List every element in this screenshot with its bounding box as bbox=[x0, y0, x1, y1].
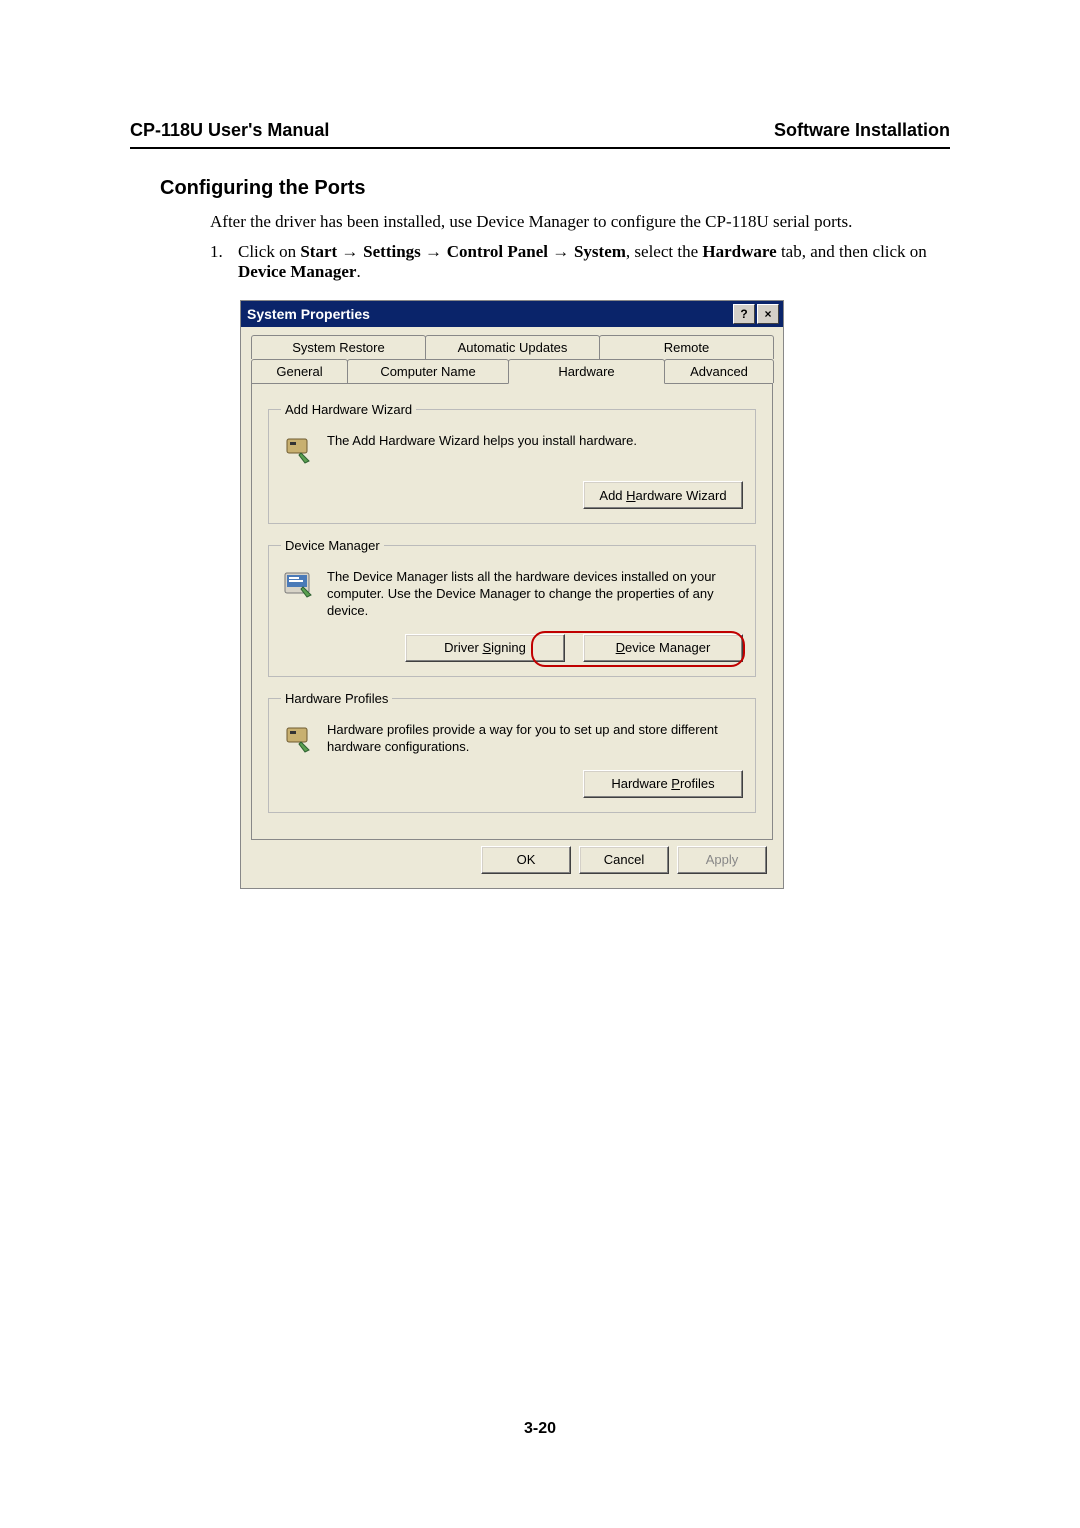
tab-row-upper: System Restore Automatic Updates Remote bbox=[251, 335, 773, 359]
cancel-button[interactable]: Cancel bbox=[579, 846, 669, 874]
titlebar: System Properties ? × bbox=[241, 301, 783, 327]
ok-button[interactable]: OK bbox=[481, 846, 571, 874]
tab-remote[interactable]: Remote bbox=[599, 335, 774, 359]
group-hardware-profiles: Hardware Profiles Hardware profiles prov… bbox=[268, 691, 756, 813]
group-text: Hardware profiles provide a way for you … bbox=[327, 720, 743, 756]
tab-row-lower: General Computer Name Hardware Advanced bbox=[251, 359, 773, 383]
page-number: 3-20 bbox=[0, 1420, 1080, 1438]
device-manager-button[interactable]: Device Manager bbox=[583, 634, 743, 662]
group-legend: Add Hardware Wizard bbox=[281, 402, 416, 417]
group-text: The Device Manager lists all the hardwar… bbox=[327, 567, 743, 620]
group-add-hardware-wizard: Add Hardware Wizard The Add Hardware Wiz… bbox=[268, 402, 756, 524]
tab-content-hardware: Add Hardware Wizard The Add Hardware Wiz… bbox=[251, 383, 773, 840]
hardware-wizard-icon bbox=[281, 431, 317, 467]
header-left: CP-118U User's Manual bbox=[130, 120, 329, 141]
group-text: The Add Hardware Wizard helps you instal… bbox=[327, 431, 637, 467]
dialog-buttons: OK Cancel Apply bbox=[241, 840, 783, 888]
add-hardware-wizard-button[interactable]: Add Hardware Wizard bbox=[583, 481, 743, 509]
group-legend: Hardware Profiles bbox=[281, 691, 392, 706]
apply-button[interactable]: Apply bbox=[677, 846, 767, 874]
hardware-profiles-button[interactable]: Hardware Profiles bbox=[583, 770, 743, 798]
intro-text: After the driver has been installed, use… bbox=[210, 212, 950, 232]
header-right: Software Installation bbox=[774, 120, 950, 141]
driver-signing-button[interactable]: Driver Signing bbox=[405, 634, 565, 662]
step-1: 1. Click on Start → Settings → Control P… bbox=[210, 242, 950, 282]
hardware-profiles-icon bbox=[281, 720, 317, 756]
page-header: CP-118U User's Manual Software Installat… bbox=[130, 120, 950, 149]
group-legend: Device Manager bbox=[281, 538, 384, 553]
tab-hardware[interactable]: Hardware bbox=[508, 359, 665, 384]
tab-general[interactable]: General bbox=[251, 359, 348, 383]
arrow-icon: → bbox=[425, 242, 447, 261]
group-device-manager: Device Manager The Device Manager li bbox=[268, 538, 756, 677]
tab-advanced[interactable]: Advanced bbox=[664, 359, 774, 383]
step-number: 1. bbox=[210, 242, 238, 282]
tab-computer-name[interactable]: Computer Name bbox=[347, 359, 509, 383]
system-properties-dialog: System Properties ? × System Restore Aut… bbox=[240, 300, 784, 889]
arrow-icon: → bbox=[552, 242, 574, 261]
tab-automatic-updates[interactable]: Automatic Updates bbox=[425, 335, 600, 359]
arrow-icon: → bbox=[341, 242, 363, 261]
tab-system-restore[interactable]: System Restore bbox=[251, 335, 426, 359]
device-manager-icon bbox=[281, 567, 317, 603]
step-text: Click on Start → Settings → Control Pane… bbox=[238, 242, 950, 282]
dialog-title: System Properties bbox=[247, 306, 370, 322]
close-button[interactable]: × bbox=[757, 304, 779, 324]
help-button[interactable]: ? bbox=[733, 304, 755, 324]
section-title: Configuring the Ports bbox=[160, 177, 950, 200]
